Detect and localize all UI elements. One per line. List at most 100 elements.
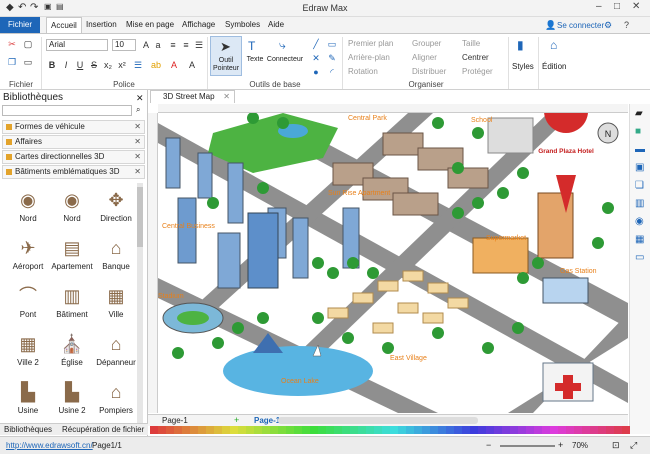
color-swatch[interactable]	[454, 426, 462, 434]
color-swatch[interactable]	[174, 426, 182, 434]
page-tab-active[interactable]: Page-1	[254, 416, 280, 425]
close-icon[interactable]: ✕	[134, 166, 141, 178]
rotation-button[interactable]: Rotation	[348, 67, 378, 76]
shape-item[interactable]: ⛪ Église	[50, 332, 94, 367]
color-swatch[interactable]	[462, 426, 470, 434]
maximize-button[interactable]: □	[614, 1, 620, 12]
bring-front-button[interactable]: Premier plan	[348, 39, 393, 48]
align-center-icon[interactable]: ≡	[180, 39, 192, 51]
italic-button[interactable]: I	[60, 59, 72, 71]
shape-item[interactable]: ⌂ Dépanneur	[94, 332, 138, 367]
close-library-icon[interactable]: ✕	[136, 93, 144, 104]
tab-file-recovery[interactable]: Récupération de fichier	[62, 425, 144, 434]
category-cartes-3d[interactable]: Cartes directionnelles 3D ✕	[2, 150, 145, 164]
shape-item[interactable]: ▙ Usine	[6, 380, 50, 415]
color-swatch[interactable]	[558, 426, 566, 434]
tab-symboles[interactable]: Symboles	[221, 17, 264, 33]
pointer-tool-button[interactable]: ➤ Outil Pointeur	[210, 36, 242, 76]
color-swatch[interactable]	[246, 426, 254, 434]
color-swatch[interactable]	[518, 426, 526, 434]
color-swatch[interactable]	[182, 426, 190, 434]
category-affaires[interactable]: Affaires ✕	[2, 135, 145, 149]
tab-aide[interactable]: Aide	[264, 17, 288, 33]
connector-tool-button[interactable]: ⤷ Connecteur	[266, 36, 304, 76]
color-swatch[interactable]	[262, 426, 270, 434]
color-swatch[interactable]	[366, 426, 374, 434]
color-swatch[interactable]	[510, 426, 518, 434]
color-swatch[interactable]	[166, 426, 174, 434]
color-swatch[interactable]	[526, 426, 534, 434]
align-left-icon[interactable]: ≡	[167, 39, 179, 51]
color-swatch[interactable]	[310, 426, 318, 434]
close-icon[interactable]: ✕	[134, 151, 141, 163]
table-icon[interactable]: ▦	[635, 234, 644, 245]
color-swatch[interactable]	[278, 426, 286, 434]
bezier-icon[interactable]: ✕	[310, 52, 322, 64]
color-swatch[interactable]	[206, 426, 214, 434]
color-swatch[interactable]	[350, 426, 358, 434]
comment-icon[interactable]: ▭	[635, 252, 644, 263]
website-link[interactable]: http://www.edrawsoft.cn/	[6, 441, 93, 450]
category-vehicules[interactable]: Formes de véhicule ✕	[2, 120, 145, 134]
color-swatch[interactable]	[150, 426, 158, 434]
color-swatch[interactable]	[326, 426, 334, 434]
shape-item[interactable]: ▙ Usine 2	[50, 380, 94, 415]
library-search-input[interactable]	[2, 105, 132, 116]
color-swatch[interactable]	[598, 426, 606, 434]
distribute-button[interactable]: Distribuer	[412, 67, 446, 76]
bullets-icon[interactable]: ☰	[132, 59, 144, 71]
shape-item[interactable]: ▥ Bâtiment	[50, 284, 94, 319]
category-batiments-3d[interactable]: Bâtiments emblématiques 3D ✕	[2, 165, 145, 179]
color-swatch[interactable]	[542, 426, 550, 434]
text-tool-button[interactable]: T Texte	[244, 36, 266, 76]
tab-accueil[interactable]: Accueil	[46, 17, 82, 33]
color-swatch[interactable]	[470, 426, 478, 434]
paste-icon[interactable]: ▭	[22, 56, 34, 68]
color-swatch[interactable]	[430, 426, 438, 434]
close-icon[interactable]: ✕	[134, 136, 141, 148]
color-swatch[interactable]	[214, 426, 222, 434]
copy-icon[interactable]: ❐	[6, 56, 18, 68]
color-swatch[interactable]	[302, 426, 310, 434]
shape-item[interactable]: ⌂ Banque	[94, 236, 138, 271]
page-select[interactable]: Page-1	[162, 416, 188, 425]
edition-button[interactable]: ⌂ Édition	[542, 38, 570, 76]
image-icon[interactable]: ▣	[635, 162, 644, 173]
color-swatch[interactable]	[222, 426, 230, 434]
color-palette[interactable]	[150, 426, 630, 434]
close-tab-icon[interactable]: ✕	[223, 91, 230, 103]
color-swatch[interactable]	[574, 426, 582, 434]
styles-button[interactable]: ▮ Styles	[512, 38, 536, 76]
close-button[interactable]: ✕	[632, 1, 640, 12]
superscript-button[interactable]: x²	[116, 59, 128, 71]
document-tab[interactable]: 3D Street Map ✕	[150, 90, 235, 103]
color-swatch[interactable]	[254, 426, 262, 434]
add-page-icon[interactable]: +	[234, 415, 239, 425]
align-button[interactable]: Aligner	[412, 53, 437, 62]
fit-page-icon[interactable]: ⊡	[612, 440, 620, 451]
protect-button[interactable]: Protéger	[462, 67, 493, 76]
color-swatch[interactable]	[374, 426, 382, 434]
shrink-font-icon[interactable]: a	[152, 39, 164, 51]
color-swatch[interactable]	[414, 426, 422, 434]
search-icon[interactable]: ⌕	[136, 105, 140, 115]
font-name-select[interactable]: Arial	[46, 39, 108, 51]
color-swatch[interactable]	[158, 426, 166, 434]
line-spacing-icon[interactable]: ☰	[193, 39, 205, 51]
open-icon[interactable]: ▢	[22, 38, 34, 50]
fill-icon[interactable]: ■	[635, 126, 641, 137]
line-style-icon[interactable]: ▬	[635, 144, 645, 155]
size-button[interactable]: Taille	[462, 39, 480, 48]
color-swatch[interactable]	[566, 426, 574, 434]
shape-item[interactable]: ⌒ Pont	[6, 284, 50, 319]
color-swatch[interactable]	[614, 426, 622, 434]
color-swatch[interactable]	[238, 426, 246, 434]
color-swatch[interactable]	[230, 426, 238, 434]
font-color-icon[interactable]: A	[168, 59, 180, 71]
color-swatch[interactable]	[486, 426, 494, 434]
color-swatch[interactable]	[582, 426, 590, 434]
color-swatch[interactable]	[438, 426, 446, 434]
layers-icon[interactable]: ❏	[635, 180, 644, 191]
shape-item[interactable]: ⌂ Pompiers	[94, 380, 138, 415]
color-swatch[interactable]	[606, 426, 614, 434]
